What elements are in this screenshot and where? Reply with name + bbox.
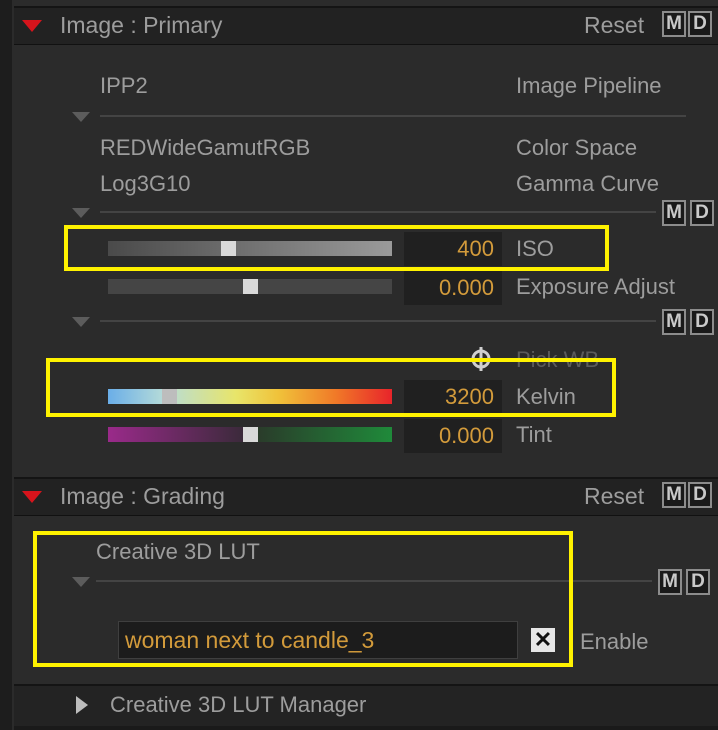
- tint-slider[interactable]: [108, 427, 392, 442]
- image-pipeline-value[interactable]: IPP2: [100, 73, 148, 99]
- tint-value-field[interactable]: 0.000: [404, 419, 502, 453]
- kelvin-highlight-box: [46, 358, 616, 417]
- lut-manager-row[interactable]: Creative 3D LUT Manager: [14, 684, 718, 726]
- primary-d-button[interactable]: D: [688, 11, 712, 37]
- divider: [100, 211, 656, 213]
- color-expand-icon[interactable]: [72, 208, 90, 218]
- collapse-arrow-icon[interactable]: [22, 20, 42, 32]
- exposure-slider-handle[interactable]: [243, 279, 258, 294]
- color-space-value[interactable]: REDWideGamutRGB: [100, 135, 310, 161]
- grading-reset-button[interactable]: Reset: [584, 483, 644, 510]
- grading-section-title: Image : Grading: [60, 483, 225, 509]
- exposure-label: Exposure Adjust: [516, 274, 675, 299]
- iso-highlight-box: [64, 225, 609, 271]
- divider: [100, 115, 686, 117]
- expand-arrow-icon[interactable]: [76, 696, 88, 714]
- lut-m-button[interactable]: M: [658, 569, 682, 595]
- gamma-curve-value[interactable]: Log3G10: [100, 171, 191, 197]
- image-pipeline-label: Image Pipeline: [516, 73, 662, 98]
- primary-reset-button[interactable]: Reset: [584, 12, 644, 39]
- tint-label: Tint: [516, 422, 552, 447]
- wb-d-button[interactable]: D: [690, 309, 714, 335]
- primary-m-button[interactable]: M: [662, 11, 686, 37]
- wb-m-button[interactable]: M: [662, 309, 686, 335]
- gamma-curve-label: Gamma Curve: [516, 171, 660, 196]
- primary-section-title: Image : Primary: [60, 12, 223, 38]
- color-d-button[interactable]: D: [690, 200, 714, 226]
- exposure-slider[interactable]: [108, 279, 392, 294]
- exposure-value-field[interactable]: 0.000: [404, 271, 502, 305]
- white-balance-expand-icon[interactable]: [72, 317, 90, 327]
- grading-d-button[interactable]: D: [688, 482, 712, 508]
- left-panel-strip: [0, 0, 12, 730]
- enable-label: Enable: [580, 629, 649, 654]
- color-space-label: Color Space: [516, 135, 638, 160]
- grading-section-header[interactable]: Image : Grading Reset M D: [14, 477, 718, 516]
- grading-m-button[interactable]: M: [662, 482, 686, 508]
- lut-manager-label: Creative 3D LUT Manager: [110, 692, 367, 717]
- pipeline-expand-icon[interactable]: [72, 112, 90, 122]
- collapse-arrow-icon[interactable]: [22, 491, 42, 503]
- primary-section-header[interactable]: Image : Primary Reset M D: [14, 6, 718, 45]
- lut-highlight-box: [33, 531, 573, 667]
- tint-slider-handle[interactable]: [243, 427, 258, 442]
- divider: [14, 726, 718, 730]
- divider: [100, 320, 656, 322]
- color-m-button[interactable]: M: [662, 200, 686, 226]
- lut-d-button[interactable]: D: [686, 569, 710, 595]
